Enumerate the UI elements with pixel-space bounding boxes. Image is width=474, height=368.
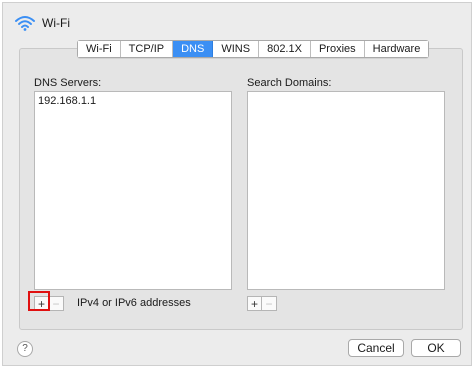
dns-address-hint: IPv4 or IPv6 addresses <box>77 297 191 309</box>
dns-server-entry[interactable]: 192.168.1.1 <box>35 92 231 110</box>
help-button[interactable]: ? <box>17 341 33 357</box>
tab-tcpip[interactable]: TCP/IP <box>120 41 174 57</box>
dns-servers-label: DNS Servers: <box>34 77 102 89</box>
search-domains-label: Search Domains: <box>247 77 332 89</box>
cancel-button[interactable]: Cancel <box>348 339 404 357</box>
window-title: Wi-Fi <box>42 16 70 30</box>
tab-bar: Wi-Fi TCP/IP DNS WINS 802.1X Proxies Har… <box>77 40 430 58</box>
tab-hardware[interactable]: Hardware <box>364 41 429 57</box>
wifi-icon <box>15 16 35 31</box>
tab-wifi[interactable]: Wi-Fi <box>78 41 121 57</box>
search-domains-list[interactable] <box>247 91 445 290</box>
window-header: Wi-Fi <box>15 13 70 33</box>
add-button-highlight <box>28 291 50 311</box>
domain-add-button[interactable]: + <box>247 296 262 311</box>
dns-panel: DNS Servers: 192.168.1.1 Search Domains:… <box>19 48 463 330</box>
search-domains-add-remove: + − <box>247 296 277 311</box>
tab-proxies[interactable]: Proxies <box>310 41 365 57</box>
tab-dns[interactable]: DNS <box>173 41 214 57</box>
dns-remove-button[interactable]: − <box>49 296 64 311</box>
tab-wins[interactable]: WINS <box>213 41 260 57</box>
domain-remove-button[interactable]: − <box>262 296 277 311</box>
dns-servers-list[interactable]: 192.168.1.1 <box>34 91 232 290</box>
tab-8021x[interactable]: 802.1X <box>259 41 311 57</box>
ok-button[interactable]: OK <box>411 339 461 357</box>
network-advanced-window: Wi-Fi Wi-Fi TCP/IP DNS WINS 802.1X Proxi… <box>2 2 472 366</box>
